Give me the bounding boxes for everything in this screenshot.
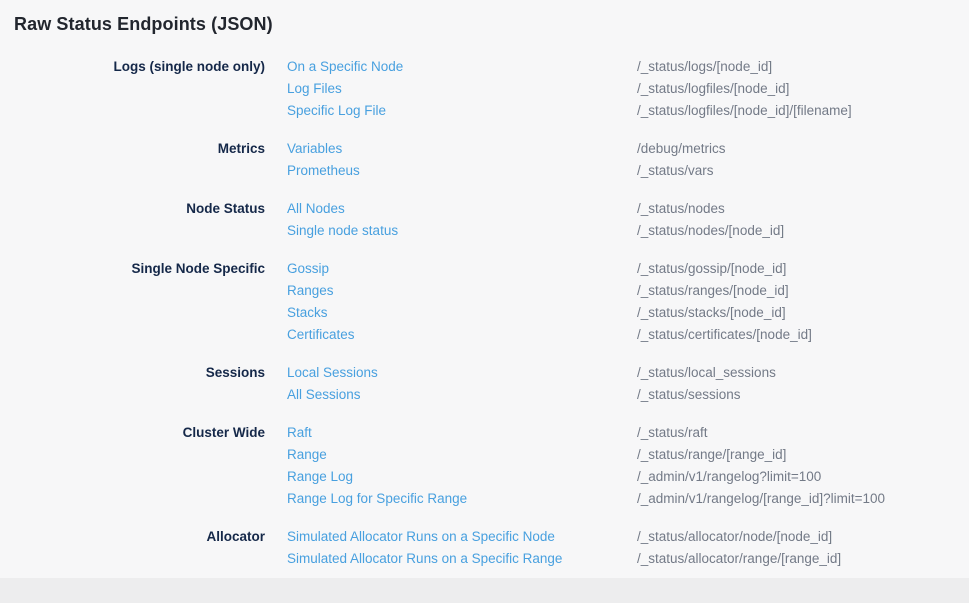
endpoint-sections: Logs (single node only) On a Specific Nod…	[14, 56, 969, 570]
endpoint-paths-column: /debug/metrics/_status/vars	[637, 138, 969, 182]
endpoint-link[interactable]: Ranges	[287, 280, 334, 302]
endpoint-link[interactable]: Simulated Allocator Runs on a Specific N…	[287, 526, 555, 548]
endpoint-path: /_status/nodes	[637, 198, 969, 220]
endpoint-section: SessionsLocal SessionsAll Sessions/_stat…	[14, 362, 969, 406]
endpoint-links-column: RaftRangeRange LogRange Log for Specific…	[287, 422, 637, 510]
endpoint-path: /_status/ranges/[node_id]	[637, 280, 969, 302]
endpoint-path: /debug/metrics	[637, 138, 969, 160]
section-label: Sessions	[14, 362, 265, 384]
section-label: Node Status	[14, 198, 265, 220]
endpoint-link[interactable]: Specific Log File	[287, 100, 386, 122]
endpoint-path: /_status/gossip/[node_id]	[637, 258, 969, 280]
endpoint-path: /_status/allocator/range/[range_id]	[637, 548, 969, 570]
page-title: Raw Status Endpoints (JSON)	[14, 14, 969, 35]
endpoint-links-column: Simulated Allocator Runs on a Specific N…	[287, 526, 637, 570]
endpoint-path: /_admin/v1/rangelog/[range_id]?limit=100	[637, 488, 969, 510]
endpoint-paths-column: /_status/logs/[node_id]/_status/logfiles…	[637, 56, 969, 122]
endpoint-path: /_status/logfiles/[node_id]/[filename]	[637, 100, 969, 122]
endpoint-link[interactable]: Single node status	[287, 220, 398, 242]
endpoint-link[interactable]: Gossip	[287, 258, 329, 280]
endpoint-link[interactable]: Simulated Allocator Runs on a Specific R…	[287, 548, 562, 570]
endpoint-link[interactable]: Raft	[287, 422, 312, 444]
endpoint-path: /_status/vars	[637, 160, 969, 182]
endpoint-links-column: VariablesPrometheus	[287, 138, 637, 182]
endpoint-section: Logs (single node only) On a Specific Nod…	[14, 56, 969, 122]
endpoint-link[interactable]: Certificates	[287, 324, 355, 346]
endpoint-paths-column: /_status/allocator/node/[node_id]/_statu…	[637, 526, 969, 570]
endpoint-path: /_status/range/[range_id]	[637, 444, 969, 466]
endpoint-paths-column: /_status/gossip/[node_id]/_status/ranges…	[637, 258, 969, 346]
endpoint-path: /_status/logs/[node_id]	[637, 56, 969, 78]
endpoint-link[interactable]: Prometheus	[287, 160, 360, 182]
endpoint-links-column: All NodesSingle node status	[287, 198, 637, 242]
endpoint-path: /_status/sessions	[637, 384, 969, 406]
endpoint-link[interactable]: Stacks	[287, 302, 328, 324]
section-label: Metrics	[14, 138, 265, 160]
endpoint-path: /_status/local_sessions	[637, 362, 969, 384]
endpoint-section: Single Node Specific GossipRangesStacksCe…	[14, 258, 969, 346]
endpoint-section: Metrics VariablesPrometheus/debug/metrics…	[14, 138, 969, 182]
endpoint-path: /_admin/v1/rangelog?limit=100	[637, 466, 969, 488]
section-label: Cluster Wide	[14, 422, 265, 444]
endpoint-path: /_status/nodes/[node_id]	[637, 220, 969, 242]
endpoint-path: /_status/certificates/[node_id]	[637, 324, 969, 346]
section-label: Logs (single node only)	[14, 56, 265, 78]
section-label: Allocator	[14, 526, 265, 548]
endpoint-links-column: On a Specific NodeLog FilesSpecific Log …	[287, 56, 637, 122]
endpoint-link[interactable]: Range Log	[287, 466, 353, 488]
endpoint-paths-column: /_status/raft/_status/range/[range_id]/_…	[637, 422, 969, 510]
endpoint-path: /_status/stacks/[node_id]	[637, 302, 969, 324]
endpoint-link[interactable]: All Sessions	[287, 384, 361, 406]
endpoint-link[interactable]: Range Log for Specific Range	[287, 488, 467, 510]
endpoint-path: /_status/allocator/node/[node_id]	[637, 526, 969, 548]
endpoint-link[interactable]: All Nodes	[287, 198, 345, 220]
endpoint-path: /_status/raft	[637, 422, 969, 444]
endpoint-section: Cluster Wide RaftRangeRange LogRange Log …	[14, 422, 969, 510]
endpoint-paths-column: /_status/nodes/_status/nodes/[node_id]	[637, 198, 969, 242]
endpoint-link[interactable]: Range	[287, 444, 327, 466]
endpoint-link[interactable]: On a Specific Node	[287, 56, 403, 78]
endpoint-link[interactable]: Log Files	[287, 78, 342, 100]
endpoint-link[interactable]: Local Sessions	[287, 362, 378, 384]
endpoint-links-column: Local SessionsAll Sessions	[287, 362, 637, 406]
endpoint-section: Node StatusAll NodesSingle node status/_…	[14, 198, 969, 242]
endpoint-path: /_status/logfiles/[node_id]	[637, 78, 969, 100]
section-label: Single Node Specific	[14, 258, 265, 280]
endpoint-links-column: GossipRangesStacksCertificates	[287, 258, 637, 346]
endpoint-section: Allocator Simulated Allocator Runs on a S…	[14, 526, 969, 570]
debug-endpoints-page: Raw Status Endpoints (JSON) Logs (single…	[0, 0, 969, 578]
endpoint-paths-column: /_status/local_sessions/_status/sessions	[637, 362, 969, 406]
endpoint-link[interactable]: Variables	[287, 138, 342, 160]
